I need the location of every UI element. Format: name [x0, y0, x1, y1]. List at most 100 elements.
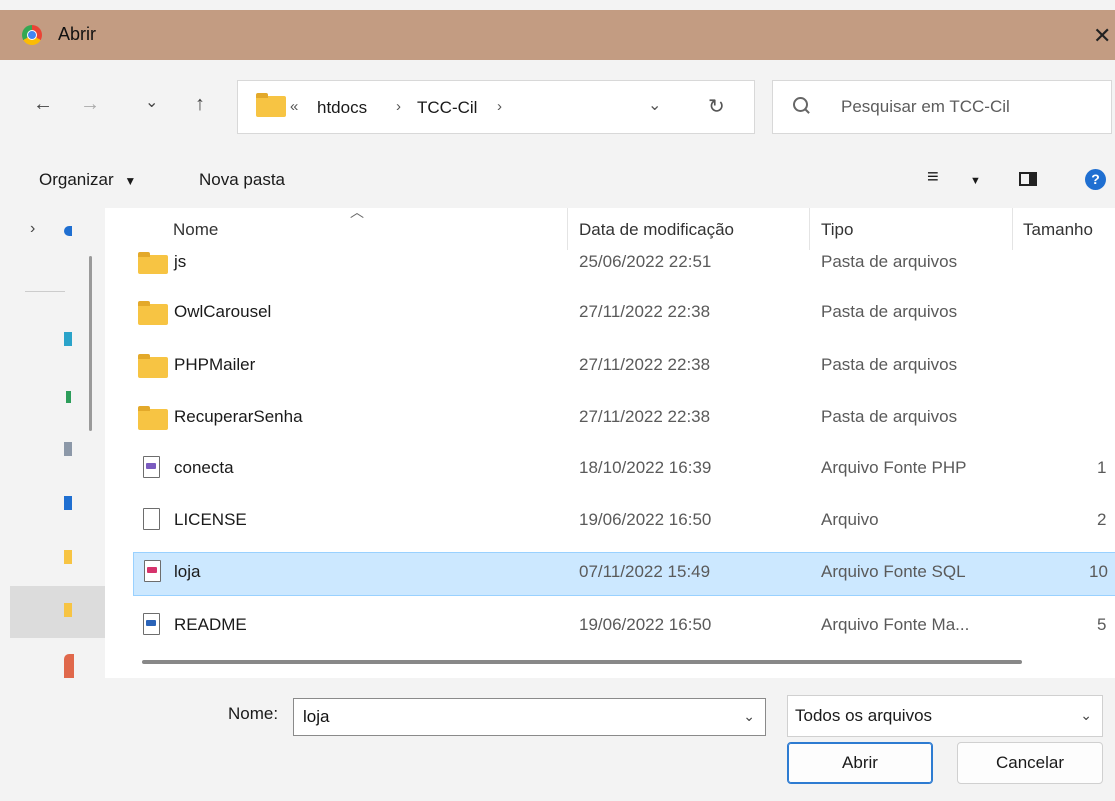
recent-locations-button[interactable]: ⌄ [145, 92, 158, 112]
file-type: Arquivo Fonte Ma... [821, 615, 970, 634]
chrome-icon [22, 25, 42, 45]
forward-button[interactable]: → [80, 93, 100, 116]
navigation-pane[interactable]: › [0, 208, 105, 678]
breadcrumb-separator[interactable]: › [497, 98, 502, 115]
chevron-down-icon[interactable]: ⌄ [743, 708, 755, 725]
file-type: Pasta de arquivos [821, 355, 958, 374]
back-button[interactable]: ← [33, 93, 53, 116]
file-type: Pasta de arquivos [821, 252, 958, 271]
table-row[interactable]: OwlCarousel 27/11/2022 22:38 Pasta de ar… [133, 292, 1115, 336]
file-type: Arquivo [821, 510, 879, 529]
file-size: 2 [1097, 510, 1107, 529]
organize-label: Organizar [39, 170, 114, 189]
folder-icon [138, 252, 168, 274]
search-placeholder: Pesquisar em TCC-Cil [841, 97, 1010, 116]
column-header-size[interactable]: Tamanho [1023, 220, 1093, 240]
open-button[interactable]: Abrir [787, 742, 933, 784]
command-bar: Organizar ▼ Nova pasta ≡ ▼ ? [0, 150, 1115, 208]
filename-label: Nome: [228, 704, 279, 723]
pane-scrollbar[interactable] [89, 256, 92, 431]
desktop-icon [64, 332, 72, 346]
table-row[interactable]: RecuperarSenha 27/11/2022 22:38 Pasta de… [133, 397, 1115, 441]
folder-icon [64, 550, 72, 564]
file-date: 27/11/2022 22:38 [579, 302, 711, 321]
file-date: 18/10/2022 16:39 [579, 458, 712, 477]
file-name: loja [174, 562, 201, 581]
file-size: 1 [1097, 458, 1107, 477]
chevron-down-icon[interactable]: ⌄ [1080, 707, 1092, 724]
caret-down-icon: ▼ [124, 174, 137, 188]
file-name: LICENSE [174, 510, 247, 529]
organize-button[interactable]: Organizar ▼ [39, 170, 136, 190]
breadcrumb-htdocs[interactable]: htdocs [317, 98, 367, 118]
column-header-type[interactable]: Tipo [821, 220, 853, 240]
file-date: 19/06/2022 16:50 [579, 615, 712, 634]
sql-file-icon [144, 560, 161, 582]
file-type: Pasta de arquivos [821, 302, 958, 321]
expand-chevron-icon[interactable]: › [30, 220, 35, 238]
file-name: RecuperarSenha [174, 407, 303, 426]
overflow-icon[interactable]: « [290, 98, 298, 115]
address-dropdown-icon[interactable]: ⌄ [648, 95, 661, 115]
file-name: OwlCarousel [174, 302, 272, 321]
file-type: Arquivo Fonte SQL [821, 562, 966, 581]
php-file-icon [143, 456, 160, 478]
file-size: 10 [1089, 562, 1108, 581]
help-icon[interactable]: ? [1085, 169, 1106, 190]
file-name: PHPMailer [174, 355, 256, 374]
file-date: 25/06/2022 22:51 [579, 252, 712, 271]
cancel-button[interactable]: Cancelar [957, 742, 1103, 784]
title-bar: Abrir ✕ [0, 10, 1115, 60]
file-name: js [174, 252, 187, 271]
view-dropdown-icon[interactable]: ▼ [970, 175, 981, 187]
folder-icon [138, 406, 168, 430]
refresh-icon[interactable]: ↻ [708, 94, 725, 119]
file-icon [143, 508, 160, 530]
file-date: 19/06/2022 16:50 [579, 510, 712, 529]
address-bar[interactable]: « htdocs › TCC-Cil › ⌄ ↻ [237, 80, 755, 134]
file-date: 27/11/2022 22:38 [579, 355, 711, 374]
table-row[interactable]: README 19/06/2022 16:50 Arquivo Fonte Ma… [133, 605, 1115, 649]
folder-icon [138, 354, 168, 378]
file-date: 27/11/2022 22:38 [579, 407, 711, 426]
preview-pane-icon[interactable] [1019, 172, 1037, 186]
file-type-value: Todos os arquivos [795, 706, 933, 725]
file-list[interactable]: ︿ Nome Data de modificação Tipo Tamanho … [105, 208, 1115, 678]
table-row[interactable]: LICENSE 19/06/2022 16:50 Arquivo 2 [133, 500, 1115, 544]
cloud-icon [64, 226, 72, 236]
download-icon [66, 391, 71, 403]
file-name: conecta [174, 458, 234, 477]
up-button[interactable]: ↑ [195, 93, 205, 116]
folder-icon [256, 93, 286, 117]
breadcrumb-separator[interactable]: › [396, 98, 401, 115]
markdown-file-icon [143, 613, 160, 635]
filename-value: loja [303, 707, 330, 726]
file-type-select[interactable]: Todos os arquivos ⌄ [787, 695, 1103, 737]
drive-icon [64, 654, 74, 678]
close-icon[interactable]: ✕ [1093, 23, 1115, 49]
table-row-selected[interactable]: loja 07/11/2022 15:49 Arquivo Fonte SQL … [133, 552, 1115, 596]
file-size: 5 [1097, 615, 1107, 634]
column-header-modified[interactable]: Data de modificação [579, 220, 734, 240]
folder-icon [64, 603, 72, 617]
breadcrumb-tcc-cil[interactable]: TCC-Cil [417, 98, 477, 118]
column-header-name[interactable]: Nome [173, 220, 218, 240]
file-type: Pasta de arquivos [821, 407, 958, 426]
dialog-footer: Nome: loja ⌄ Todos os arquivos ⌄ Abrir C… [0, 678, 1115, 801]
file-date: 07/11/2022 15:49 [579, 562, 711, 581]
navigation-bar: ← → ⌄ ↑ « htdocs › TCC-Cil › ⌄ ↻ Pesquis… [0, 60, 1115, 150]
search-icon [793, 97, 808, 112]
horizontal-scrollbar[interactable] [142, 660, 1022, 664]
new-folder-button[interactable]: Nova pasta [199, 170, 285, 190]
selected-item-highlight[interactable] [10, 586, 105, 638]
file-type: Arquivo Fonte PHP [821, 458, 967, 477]
divider [25, 291, 65, 292]
pictures-icon [64, 496, 72, 510]
table-row[interactable]: conecta 18/10/2022 16:39 Arquivo Fonte P… [133, 448, 1115, 492]
folder-icon [138, 301, 168, 325]
table-row[interactable]: js 25/06/2022 22:51 Pasta de arquivos [133, 242, 1115, 282]
table-row[interactable]: PHPMailer 27/11/2022 22:38 Pasta de arqu… [133, 345, 1115, 389]
view-options-icon[interactable]: ≡ [927, 166, 939, 189]
search-box[interactable]: Pesquisar em TCC-Cil [772, 80, 1112, 134]
filename-input[interactable]: loja ⌄ [293, 698, 766, 736]
